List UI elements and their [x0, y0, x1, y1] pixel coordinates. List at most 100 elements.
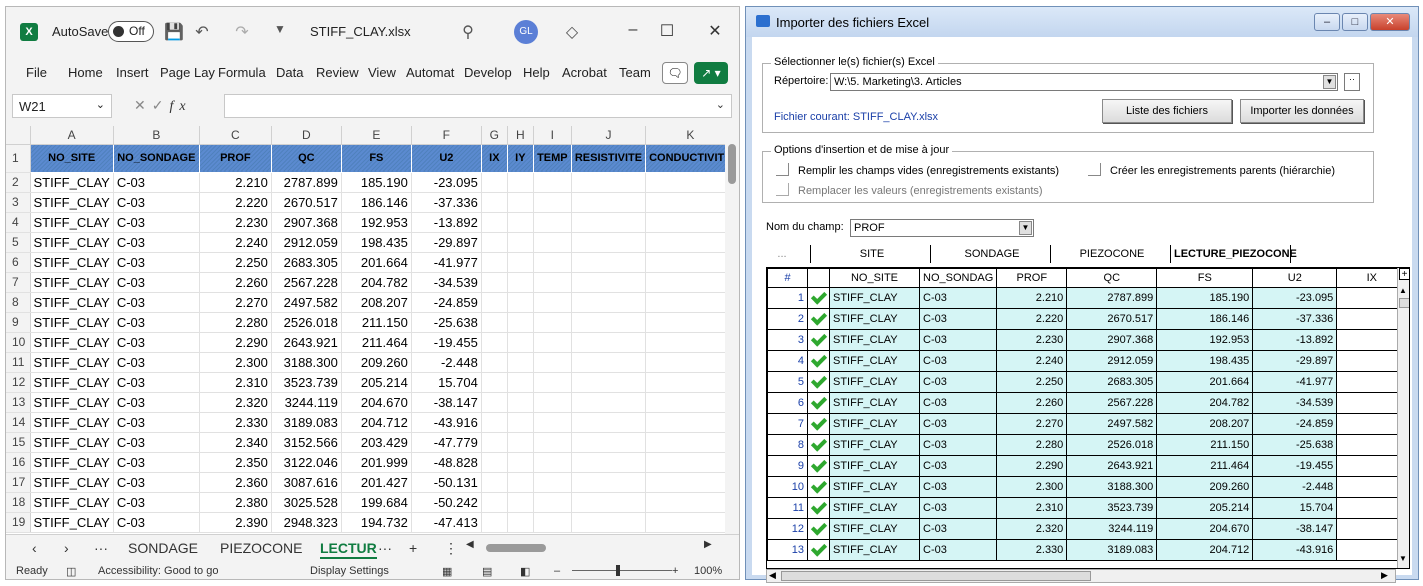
cell[interactable] [481, 352, 508, 373]
tab-file[interactable]: File [26, 65, 47, 80]
cell[interactable] [645, 392, 736, 413]
grid-header-cell[interactable]: NO_SONDAG [918, 268, 998, 288]
table-header-cell[interactable]: TEMP [532, 143, 572, 173]
cell[interactable]: STIFF_CLAY [30, 252, 114, 273]
cell[interactable]: 3122.046 [271, 452, 342, 473]
cell[interactable] [507, 432, 534, 453]
cell[interactable]: 204.670 [341, 392, 412, 413]
redo-icon[interactable]: ↷ [232, 22, 252, 42]
cell[interactable]: 2567.228 [271, 272, 342, 293]
cell[interactable] [571, 392, 647, 413]
cell[interactable] [507, 292, 534, 313]
cell[interactable] [507, 472, 534, 493]
grid-cell[interactable]: STIFF_CLAY [829, 329, 920, 351]
cell[interactable] [481, 292, 508, 313]
row-header[interactable]: 2 [6, 172, 31, 193]
cell[interactable] [481, 232, 508, 253]
cell[interactable] [571, 172, 647, 193]
table-header-cell[interactable]: NO_SITE [29, 143, 114, 173]
cell[interactable] [533, 292, 572, 313]
cell[interactable] [481, 252, 508, 273]
cell[interactable] [571, 192, 647, 213]
cell[interactable]: 204.782 [341, 272, 412, 293]
grid-cell[interactable]: 204.712 [1156, 539, 1254, 561]
cell[interactable]: -24.859 [411, 292, 482, 313]
cell[interactable]: 2.230 [199, 212, 272, 233]
tab-home[interactable]: Home [68, 65, 103, 80]
cell[interactable]: -23.095 [411, 172, 482, 193]
cell[interactable]: 185.190 [341, 172, 412, 193]
grid-vertical-scrollbar[interactable]: + ▲ ▼ [1397, 268, 1409, 568]
cell[interactable]: STIFF_CLAY [30, 232, 114, 253]
cell[interactable]: 192.953 [341, 212, 412, 233]
normal-view-icon[interactable]: ▦ [442, 565, 452, 578]
grid-cell[interactable]: 2.230 [996, 329, 1068, 351]
cell[interactable] [481, 512, 508, 533]
cell[interactable]: 211.464 [341, 332, 412, 353]
cell[interactable] [571, 232, 647, 253]
column-header[interactable]: C [199, 126, 272, 145]
accessibility-status[interactable]: Accessibility: Good to go [98, 565, 218, 577]
grid-cell[interactable]: C-03 [918, 455, 998, 477]
minimize-icon[interactable]: – [620, 21, 646, 39]
cell[interactable] [507, 332, 534, 353]
cell[interactable]: 2683.305 [271, 252, 342, 273]
grid-cell[interactable]: 2567.228 [1066, 392, 1158, 414]
cell[interactable]: STIFF_CLAY [30, 272, 114, 293]
grid-cell[interactable]: STIFF_CLAY [829, 455, 920, 477]
grid-cell[interactable]: 2.310 [996, 497, 1068, 519]
cell[interactable]: 3152.566 [271, 432, 342, 453]
file-name[interactable]: STIFF_CLAY.xlsx [310, 24, 411, 39]
search-icon[interactable]: ⚲ [458, 22, 478, 42]
column-header[interactable]: F [411, 126, 482, 145]
grid-header-status[interactable] [807, 268, 830, 288]
cell[interactable] [571, 312, 647, 333]
row-header[interactable]: 8 [6, 292, 31, 313]
cell[interactable]: STIFF_CLAY [30, 512, 114, 533]
cell[interactable]: -48.828 [411, 452, 482, 473]
cell[interactable] [533, 412, 572, 433]
cell[interactable] [507, 172, 534, 193]
cell[interactable]: C-03 [113, 292, 200, 313]
cell[interactable]: STIFF_CLAY [30, 172, 114, 193]
cell[interactable] [507, 512, 534, 533]
maximize-icon[interactable]: ☐ [654, 21, 680, 41]
cell[interactable]: C-03 [113, 212, 200, 233]
cell[interactable] [571, 292, 647, 313]
scroll-left-icon[interactable]: ◀ [769, 570, 776, 581]
row-index[interactable]: 11 [767, 497, 808, 519]
cell[interactable]: 199.684 [341, 492, 412, 513]
cell[interactable] [507, 352, 534, 373]
cell[interactable] [507, 452, 534, 473]
chevron-right-icon[interactable]: › [64, 540, 69, 556]
table-header-cell[interactable]: QC [270, 143, 342, 173]
grid-cell[interactable]: STIFF_CLAY [829, 476, 920, 498]
cell[interactable]: 203.429 [341, 432, 412, 453]
cell[interactable]: 2.380 [199, 492, 272, 513]
cell[interactable] [507, 372, 534, 393]
grid-cell[interactable]: -25.638 [1252, 434, 1338, 456]
zoom-slider[interactable] [572, 570, 672, 571]
grid-row[interactable]: 13 STIFF_CLAY C-03 2.330 3189.083 204.712 -43.… [767, 539, 1408, 561]
cell[interactable] [481, 212, 508, 233]
cell[interactable]: C-03 [113, 352, 200, 373]
tab-view[interactable]: View [368, 65, 396, 80]
cell[interactable] [645, 232, 736, 253]
cell[interactable] [481, 172, 508, 193]
grid-header-index[interactable]: # [767, 268, 808, 288]
grid-cell[interactable]: 2.210 [996, 287, 1068, 309]
grid-cell[interactable]: C-03 [918, 287, 998, 309]
chevron-left-icon[interactable]: ‹ [32, 540, 37, 556]
tab-site[interactable]: SITE [814, 248, 930, 260]
sheet-tab-sondage[interactable]: SONDAGE [128, 540, 198, 556]
cell[interactable]: 3189.083 [271, 412, 342, 433]
cell[interactable] [571, 352, 647, 373]
grid-cell[interactable]: 2.300 [996, 476, 1068, 498]
cell[interactable]: STIFF_CLAY [30, 192, 114, 213]
cell[interactable] [645, 492, 736, 513]
column-header[interactable]: I [533, 126, 572, 145]
row-header[interactable]: 14 [6, 412, 31, 433]
cell[interactable]: 2.360 [199, 472, 272, 493]
table-header-cell[interactable]: NO_SONDAGE [112, 143, 200, 173]
cell[interactable]: -47.779 [411, 432, 482, 453]
